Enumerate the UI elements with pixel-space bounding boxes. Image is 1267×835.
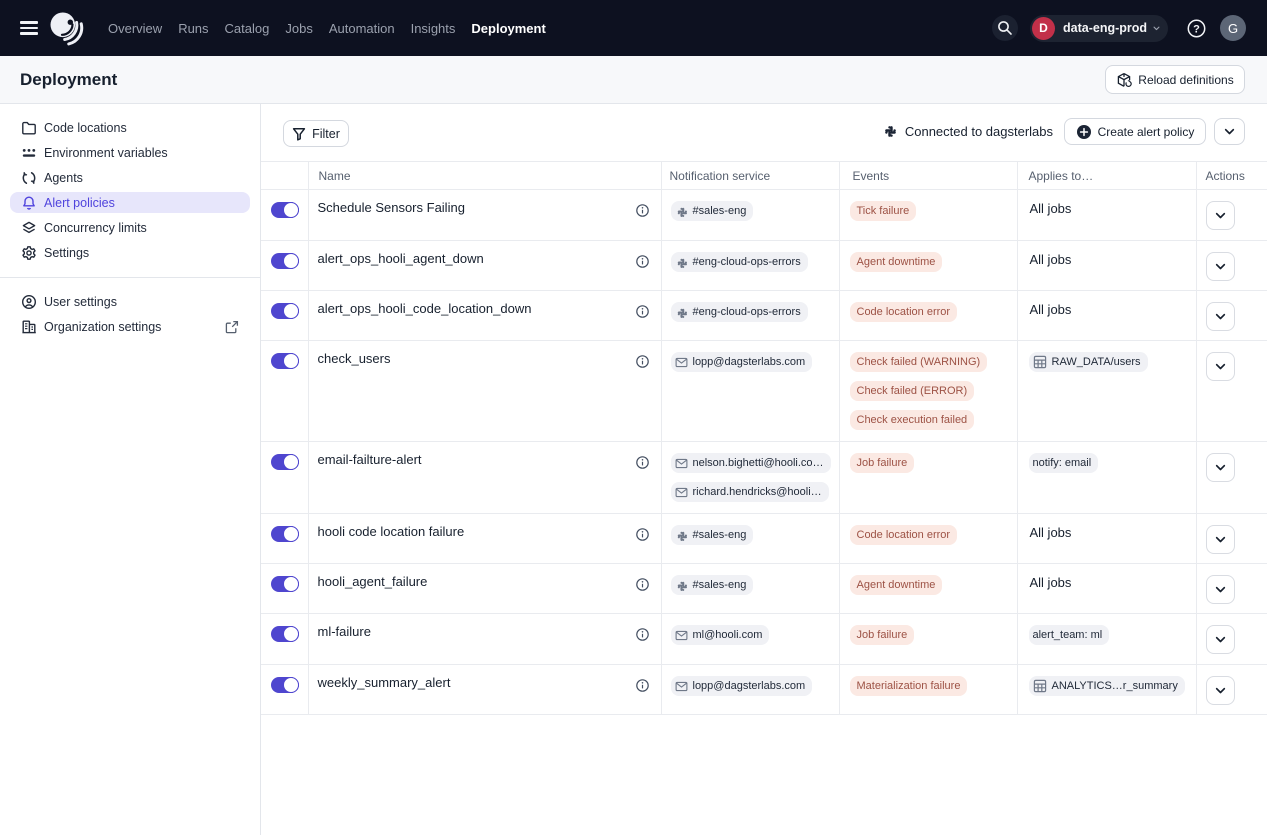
svg-text:?: ? (1193, 23, 1200, 35)
